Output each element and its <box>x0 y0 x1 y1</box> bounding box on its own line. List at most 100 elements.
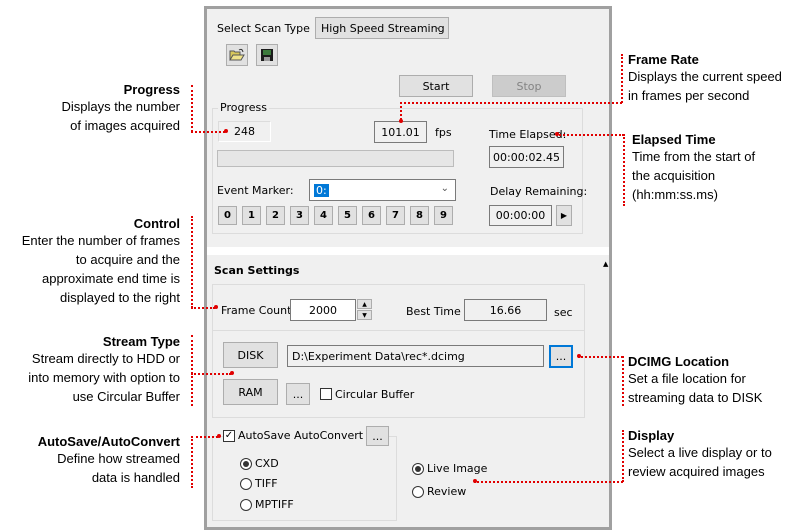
radio-live-image[interactable] <box>412 462 424 475</box>
start-button[interactable]: Start <box>399 75 473 97</box>
annotation-line: data is handled <box>91 470 180 485</box>
annotation-connector <box>474 481 623 483</box>
annotation-line: Set a file location for <box>628 371 746 386</box>
annotation-connector <box>191 436 193 488</box>
annotation-connector <box>191 335 193 406</box>
annotation-line: Time from the start of <box>632 149 756 164</box>
radio-review[interactable] <box>412 485 424 498</box>
frame-count-input[interactable]: 2000 <box>290 299 356 321</box>
annotation-line: Define how streamed <box>57 451 180 466</box>
ram-button[interactable]: RAM <box>223 379 278 405</box>
stepper-down-button[interactable]: ▼ <box>357 310 372 320</box>
disk-browse-button[interactable]: ... <box>549 345 573 368</box>
annotation-title: Elapsed Time <box>632 132 716 147</box>
circular-buffer-checkbox[interactable] <box>320 388 332 400</box>
marker-button-3[interactable]: 3 <box>290 206 309 225</box>
format-label: CXD <box>255 457 279 470</box>
annotation-line: into memory with option to <box>28 370 180 385</box>
annotation-connector <box>400 102 402 120</box>
annotation-connector <box>191 85 193 132</box>
annotation-title: DCIMG Location <box>628 354 730 369</box>
progress-bar <box>217 150 454 167</box>
collapse-up-icon[interactable]: ▲ <box>603 260 608 268</box>
annotation-connector <box>191 131 225 133</box>
annotation-line: to acquire and the <box>75 252 180 267</box>
open-button[interactable] <box>226 44 248 66</box>
annotation-anchor <box>577 354 581 358</box>
marker-button-2[interactable]: 2 <box>266 206 285 225</box>
marker-button-5[interactable]: 5 <box>338 206 357 225</box>
annotation-frame-rate: Frame Rate Displays the current speed in… <box>628 52 782 105</box>
marker-button-7[interactable]: 7 <box>386 206 405 225</box>
radio-tiff[interactable] <box>240 477 252 490</box>
radio-cxd[interactable] <box>240 457 252 470</box>
autosave-label: AutoSave AutoConvert <box>238 429 364 442</box>
marker-button-4[interactable]: 4 <box>314 206 333 225</box>
annotation-line: Stream directly to HDD or <box>31 351 180 366</box>
annotation-connector <box>623 134 625 206</box>
annotation-connector <box>191 436 218 438</box>
annotation-line: review acquired images <box>628 464 765 479</box>
frame-count-label: Frame Count <box>221 304 292 317</box>
event-marker-label: Event Marker: <box>217 184 294 197</box>
annotation-progress: Progress Displays the number of images a… <box>62 82 181 135</box>
annotation-line: Displays the current speed <box>628 69 782 84</box>
scan-type-select[interactable]: High Speed Streaming ⌄ <box>315 17 449 39</box>
autosave-checkbox[interactable]: ✓ <box>223 429 235 442</box>
annotation-line: Displays the number <box>61 99 181 114</box>
stop-button[interactable]: Stop <box>492 75 566 97</box>
annotation-stream-type: Stream Type Stream directly to HDD or in… <box>28 334 180 406</box>
annotation-anchor <box>555 132 559 136</box>
ram-browse-button[interactable]: ... <box>286 383 310 405</box>
progress-group-label: Progress <box>218 101 269 114</box>
frame-count-stepper: ▲ ▼ <box>357 299 372 321</box>
marker-button-1[interactable]: 1 <box>242 206 261 225</box>
annotation-line: Select a live display or to <box>628 445 772 460</box>
display-option-live[interactable]: Live Image <box>412 462 487 475</box>
display-option-review[interactable]: Review <box>412 485 466 498</box>
radio-mptiff[interactable] <box>240 498 252 511</box>
annotation-connector <box>622 356 624 406</box>
annotation-title: Frame Rate <box>628 52 699 67</box>
scan-type-label: Select Scan Type <box>217 22 310 35</box>
best-time-field: 16.66 <box>464 299 547 321</box>
annotation-connector <box>400 102 622 104</box>
annotation-anchor <box>214 305 218 309</box>
format-option-cxd[interactable]: CXD <box>240 457 279 470</box>
disk-button[interactable]: DISK <box>223 342 278 368</box>
delay-remaining-field: 00:00:00 <box>489 205 552 226</box>
annotation-line: streaming data to DISK <box>628 390 763 405</box>
marker-button-6[interactable]: 6 <box>362 206 381 225</box>
format-option-mptiff[interactable]: MPTIFF <box>240 498 294 511</box>
annotation-line: (hh:mm:ss.ms) <box>632 187 718 202</box>
circular-buffer-label: Circular Buffer <box>335 388 415 401</box>
delay-play-button[interactable]: ▶ <box>556 205 572 226</box>
marker-button-9[interactable]: 9 <box>434 206 453 225</box>
annotation-title: Display <box>628 428 675 443</box>
annotation-anchor <box>399 119 403 123</box>
annotation-line: use Circular Buffer <box>72 389 180 404</box>
format-option-tiff[interactable]: TIFF <box>240 477 278 490</box>
stepper-up-button[interactable]: ▲ <box>357 299 372 309</box>
annotation-connector <box>191 373 231 375</box>
annotation-connector <box>191 307 215 309</box>
annotation-title: Progress <box>123 82 180 97</box>
annotation-anchor <box>473 479 477 483</box>
best-time-unit: sec <box>554 306 573 319</box>
autosave-options-button[interactable]: ... <box>366 426 389 446</box>
chevron-down-icon: ⌄ <box>440 183 449 194</box>
marker-button-0[interactable]: 0 <box>218 206 237 225</box>
annotation-connector <box>191 216 193 308</box>
annotation-anchor <box>230 371 234 375</box>
event-marker-select[interactable]: 0: ⌄ <box>309 179 456 201</box>
group-separator <box>212 330 585 331</box>
annotation-line: approximate end time is <box>41 271 180 286</box>
autosave-header: ✓ AutoSave AutoConvert <box>223 429 368 442</box>
annotation-connector <box>621 54 623 103</box>
scan-type-value: High Speed Streaming <box>321 21 445 35</box>
save-button[interactable] <box>256 44 278 66</box>
marker-button-8[interactable]: 8 <box>410 206 429 225</box>
disk-path-input[interactable]: D:\Experiment Data\rec*.dcimg <box>287 345 544 367</box>
event-marker-value: 0: <box>314 183 329 197</box>
annotation-control: Control Enter the number of frames to ac… <box>22 216 180 307</box>
